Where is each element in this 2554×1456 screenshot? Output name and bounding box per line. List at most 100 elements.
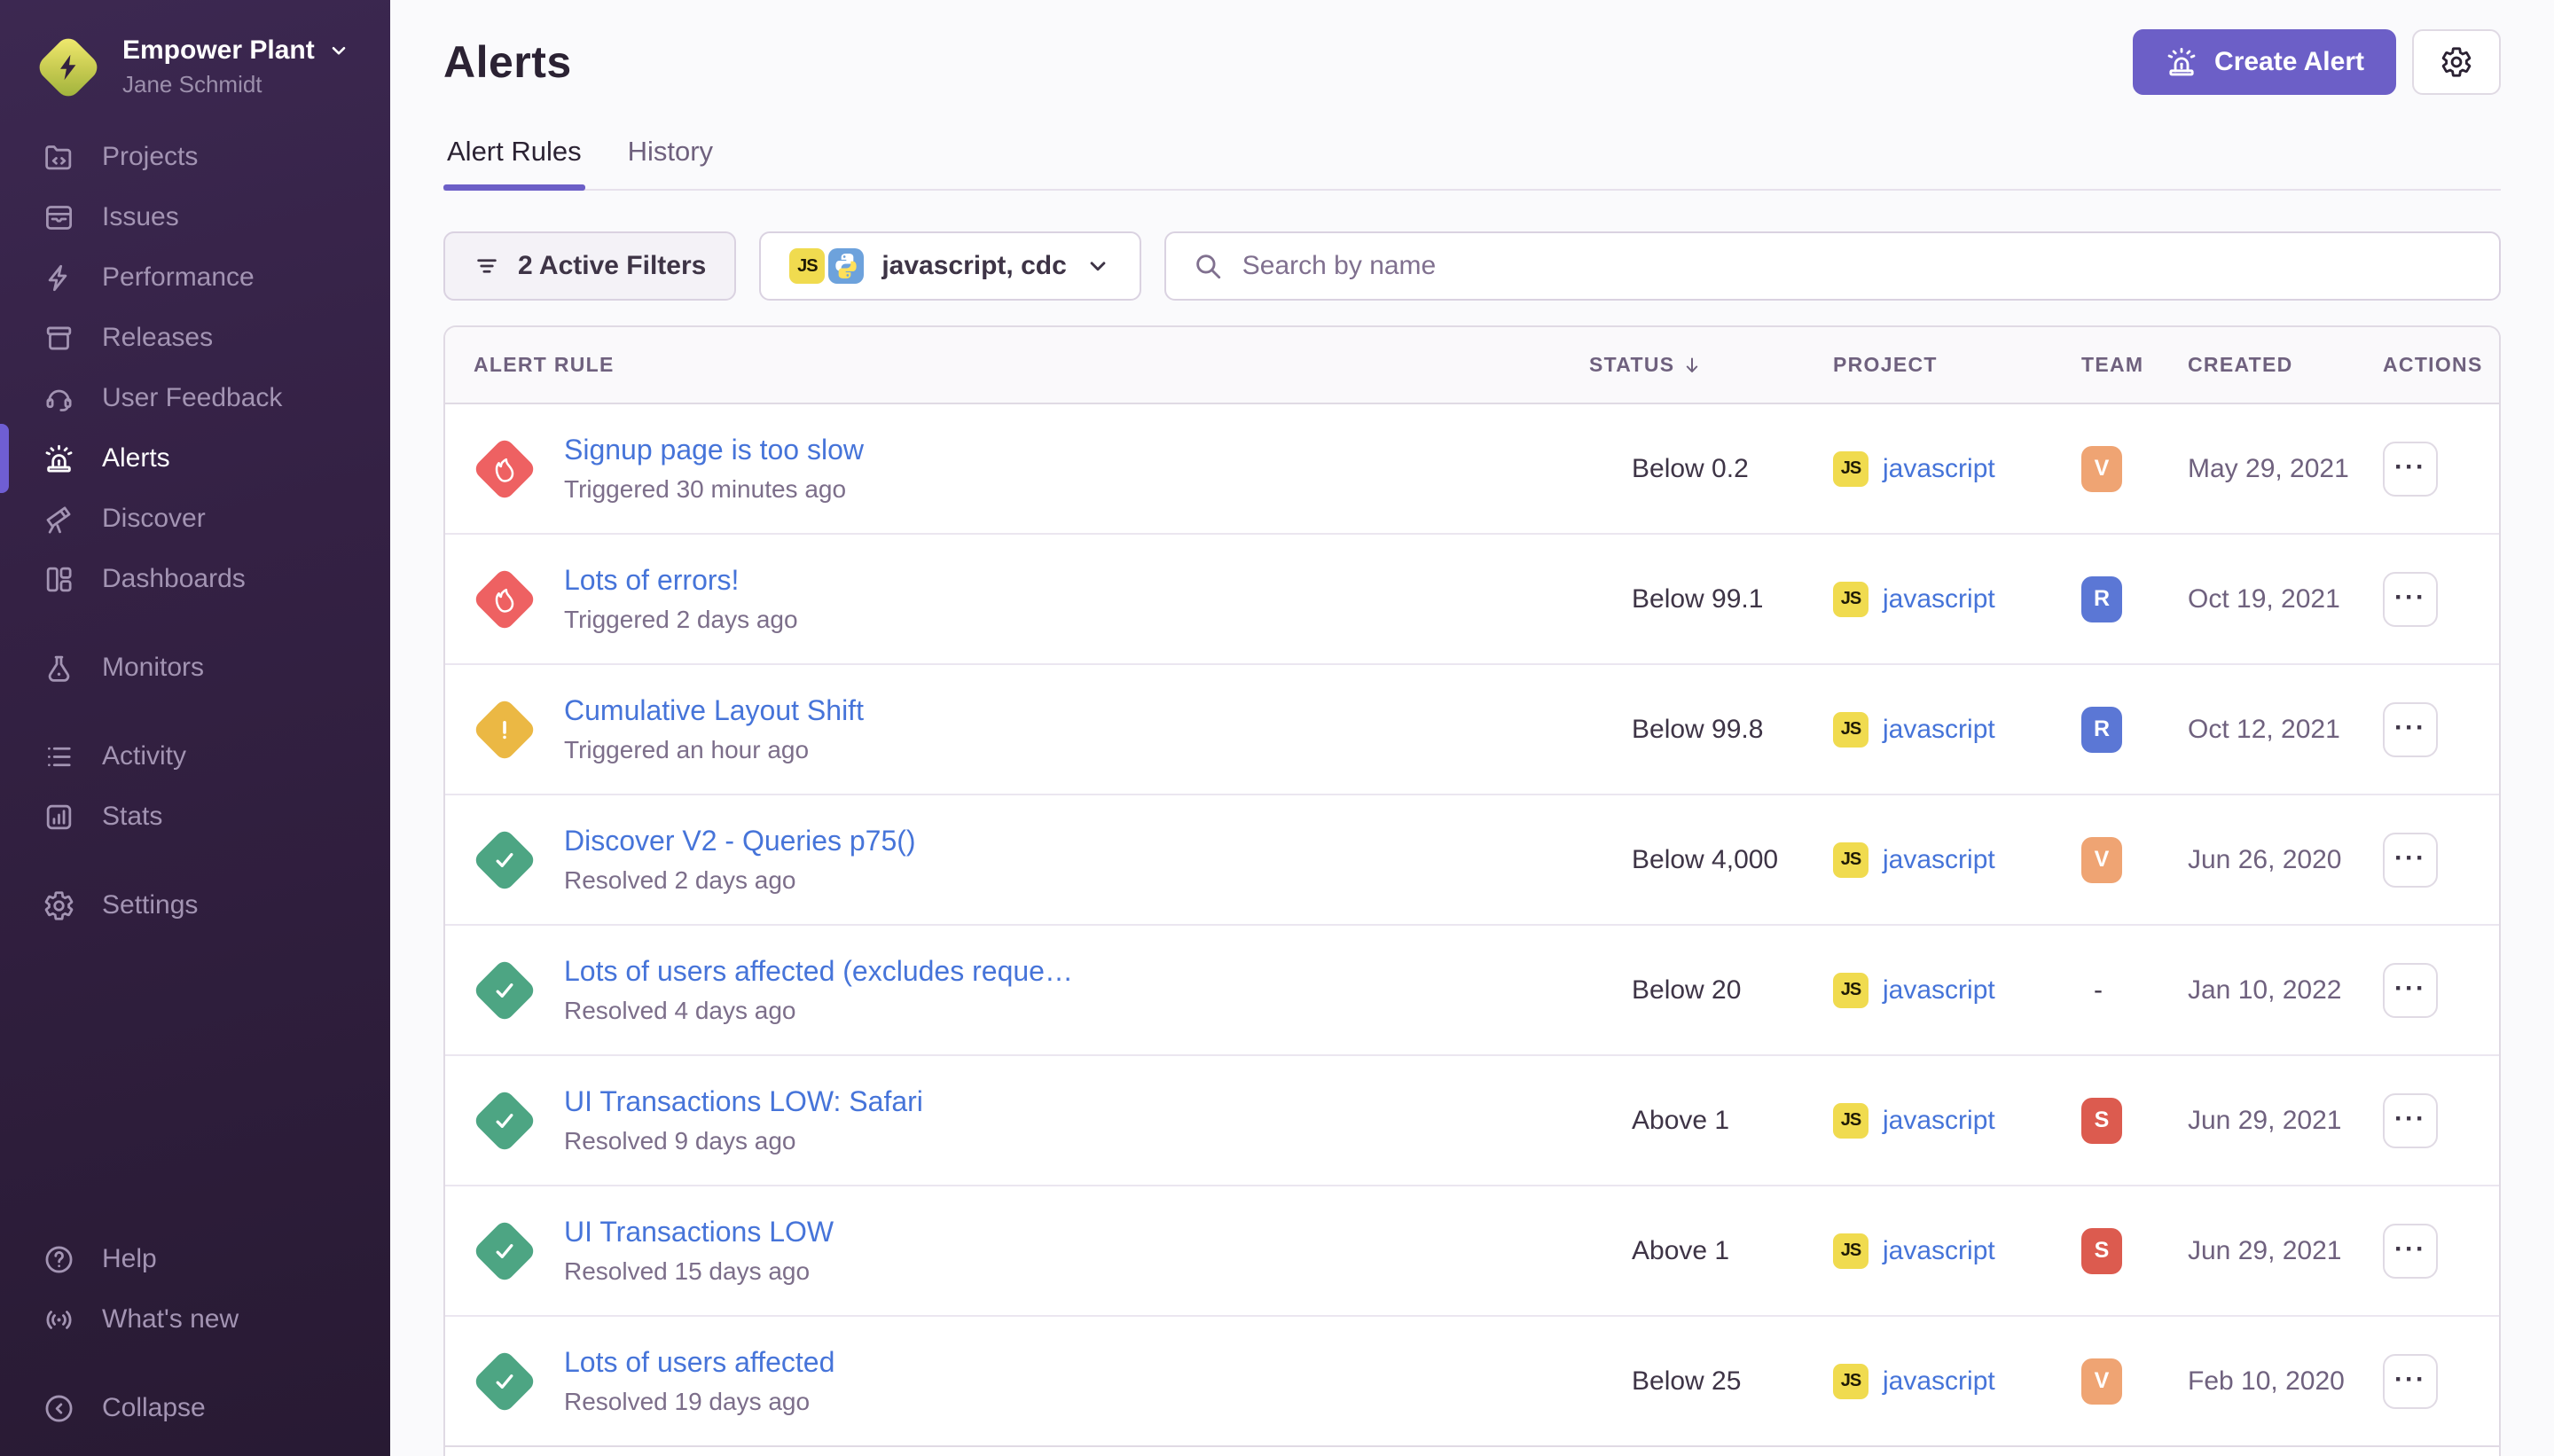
status-cell: Below 99.8 [1589,715,1833,745]
alert-rule-subtitle: Resolved 15 days ago [564,1257,834,1286]
sidebar-item-label: Performance [102,262,255,293]
table-row[interactable]: Discover V2 - Queries p75() Resolved 2 d… [445,795,2499,926]
status-cell: Below 25 [1589,1366,1833,1397]
user-name: Jane Schmidt [122,71,350,98]
column-project: PROJECT [1833,353,2081,377]
create-alert-button[interactable]: Create Alert [2133,29,2396,95]
project-link[interactable]: javascript [1883,845,1995,875]
sidebar-item-alerts[interactable]: Alerts [0,428,390,489]
alert-rule-link[interactable]: Signup page is too slow [564,434,864,466]
project-link[interactable]: javascript [1883,454,1995,484]
sidebar-item-issues[interactable]: Issues [0,187,390,247]
javascript-icon: JS [1833,1364,1868,1399]
project-link[interactable]: javascript [1883,715,1995,745]
project-link[interactable]: javascript [1883,584,1995,614]
sidebar-item-user-feedback[interactable]: User Feedback [0,368,390,428]
sidebar-item-settings[interactable]: Settings [0,875,390,935]
sidebar-item-what-s-new[interactable]: What's new [0,1289,390,1350]
alert-rule-link[interactable]: Cumulative Layout Shift [564,694,864,727]
status-label: Below 20 [1632,975,1741,1006]
status-cell: Above 1 [1589,1106,1833,1136]
project-link[interactable]: javascript [1883,1366,1995,1397]
sidebar-item-performance[interactable]: Performance [0,247,390,308]
sidebar: Empower Plant Jane Schmidt ProjectsIssue… [0,0,390,1456]
project-link[interactable]: javascript [1883,1106,1995,1136]
tab-alert-rules[interactable]: Alert Rules [443,136,585,189]
arrow-up-icon [1589,1107,1618,1135]
siren-icon [2165,45,2198,79]
team-cell: R [2081,707,2188,753]
table-row[interactable]: Lots of users affected (excludes reque… … [445,926,2499,1056]
table-body: Signup page is too slow Triggered 30 min… [445,404,2499,1447]
alert-rule-link[interactable]: UI Transactions LOW [564,1216,834,1249]
created-date: Oct 19, 2021 [2188,584,2383,614]
table-row[interactable]: Lots of users affected Resolved 19 days … [445,1317,2499,1447]
sidebar-item-dashboards[interactable]: Dashboards [0,549,390,609]
sidebar-item-label: Dashboards [102,564,246,594]
javascript-icon: JS [1833,973,1868,1008]
column-created: CREATED [2188,353,2383,377]
row-actions-button[interactable]: ··· [2383,1354,2438,1409]
alert-rule-link[interactable]: UI Transactions LOW: Safari [564,1085,923,1118]
status-cell: Below 4,000 [1589,845,1833,875]
sidebar-item-stats[interactable]: Stats [0,787,390,847]
project-link[interactable]: javascript [1883,975,1995,1006]
project-filter-dropdown[interactable]: JS javascript, cdc [759,231,1140,301]
resolved-status-icon [472,1088,537,1154]
status-cell: Above 1 [1589,1236,1833,1266]
main-content: Alerts Create Alert Alert Rules History … [390,0,2554,1456]
sidebar-item-label: Monitors [102,653,204,683]
page-title: Alerts [443,36,572,88]
arrow-down-icon [1589,846,1618,874]
tab-history[interactable]: History [624,136,717,189]
sidebar-item-label: Releases [102,323,213,353]
settings-icon [43,889,75,922]
resolved-status-icon [472,1218,537,1284]
row-actions-button[interactable]: ··· [2383,442,2438,497]
table-row[interactable]: Cumulative Layout Shift Triggered an hou… [445,665,2499,795]
active-filters-button[interactable]: 2 Active Filters [443,231,736,301]
sidebar-item-help[interactable]: Help [0,1229,390,1289]
column-actions: ACTIONS [2383,353,2499,377]
javascript-icon: JS [1833,451,1868,487]
page-header: Alerts Create Alert [443,29,2501,95]
python-icon [828,248,864,284]
sidebar-item-label: Activity [102,741,186,771]
table-row[interactable]: UI Transactions LOW Resolved 15 days ago… [445,1186,2499,1317]
project-link[interactable]: javascript [1883,1236,1995,1266]
alert-settings-button[interactable] [2412,29,2501,95]
column-status[interactable]: STATUS [1589,353,1833,377]
table-row[interactable]: Signup page is too slow Triggered 30 min… [445,404,2499,535]
chevron-down-icon [1085,253,1111,279]
created-date: Feb 10, 2020 [2188,1366,2383,1397]
table-row[interactable]: Lots of errors! Triggered 2 days ago Bel… [445,535,2499,665]
row-actions-button[interactable]: ··· [2383,702,2438,757]
search-input[interactable] [1242,251,2472,281]
alert-rule-subtitle: Triggered 2 days ago [564,606,798,634]
sidebar-nav: ProjectsIssues Performance Releases User Fe… [0,127,390,935]
row-actions-button[interactable]: ··· [2383,1093,2438,1148]
alert-rule-link[interactable]: Lots of users affected (excludes reque… [564,955,1073,988]
row-actions-button[interactable]: ··· [2383,1224,2438,1279]
sidebar-item-releases[interactable]: Releases [0,308,390,368]
alert-rule-link[interactable]: Lots of errors! [564,564,798,597]
status-cell: Below 99.1 [1589,584,1833,614]
alert-rule-link[interactable]: Lots of users affected [564,1346,834,1379]
sidebar-item-label: Collapse [102,1393,206,1423]
alert-rule-link[interactable]: Discover V2 - Queries p75() [564,825,916,857]
sidebar-item-monitors[interactable]: Monitors [0,638,390,698]
created-date: May 29, 2021 [2188,454,2383,484]
project-cell: JS javascript [1833,712,2081,748]
monitors-icon [43,652,75,685]
row-actions-button[interactable]: ··· [2383,963,2438,1018]
table-row[interactable]: UI Transactions LOW: Safari Resolved 9 d… [445,1056,2499,1186]
sidebar-item-projects[interactable]: Projects [0,127,390,187]
row-actions-button[interactable]: ··· [2383,572,2438,627]
row-actions-button[interactable]: ··· [2383,833,2438,888]
sidebar-item-activity[interactable]: Activity [0,726,390,787]
sidebar-item-discover[interactable]: Discover [0,489,390,549]
sidebar-item-label: Stats [102,802,162,832]
sidebar-item-collapse[interactable]: Collapse [0,1378,390,1438]
status-label: Below 99.8 [1632,715,1763,745]
org-switcher[interactable]: Empower Plant Jane Schmidt [0,0,390,123]
